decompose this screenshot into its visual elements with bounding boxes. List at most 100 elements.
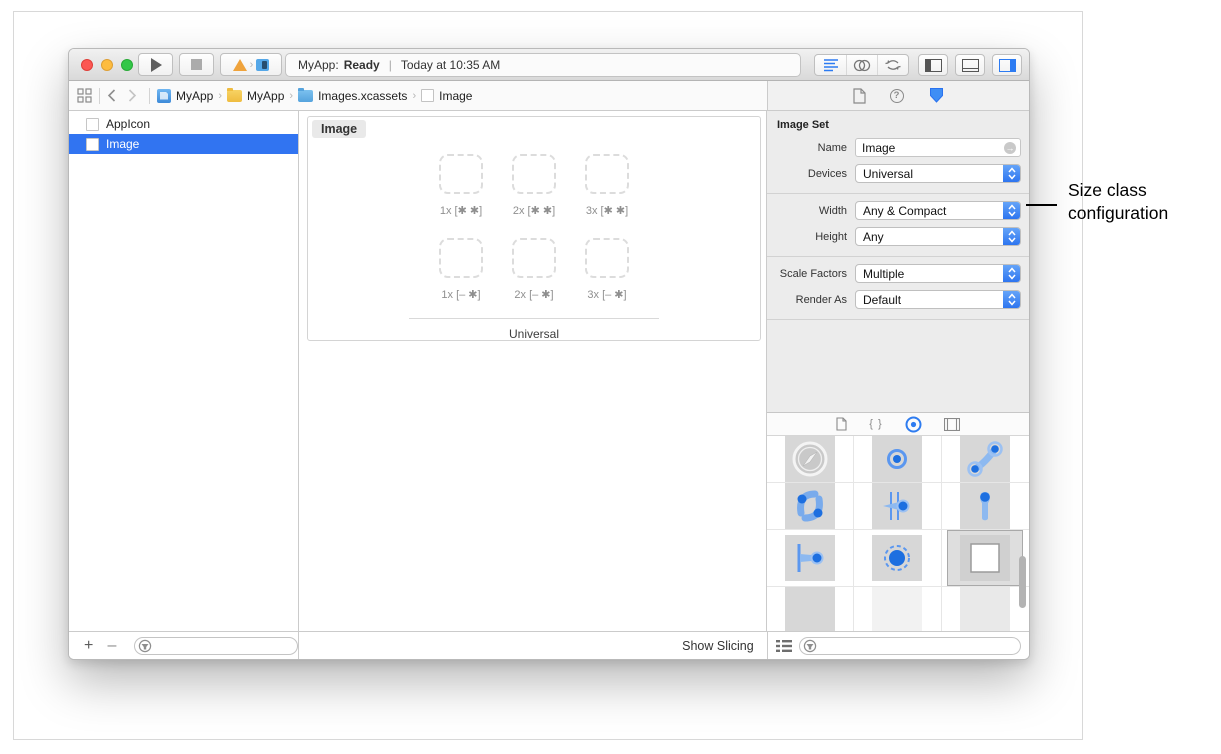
sidebar-item-appicon[interactable]: AppIcon — [69, 114, 298, 134]
divider — [149, 88, 150, 104]
devices-row: Devices Universal — [767, 164, 1021, 183]
go-forward-icon[interactable] — [128, 89, 142, 102]
render-as-popup[interactable]: Default — [855, 290, 1021, 309]
status-state: Ready — [344, 58, 380, 72]
status-time: Today at 10:35 AM — [401, 58, 500, 72]
list-view-toggle-icon[interactable] — [776, 639, 792, 653]
sidebar-item-label: AppIcon — [106, 117, 150, 131]
image-well[interactable] — [439, 154, 483, 194]
library-item-cutoff[interactable] — [767, 587, 854, 631]
editor-mode-control — [814, 54, 909, 76]
stop-icon — [191, 59, 202, 70]
field-label: Width — [767, 205, 855, 217]
toggle-debug-area-button[interactable] — [955, 54, 985, 76]
popup-value: Default — [856, 293, 1003, 307]
library-item-cutoff[interactable] — [854, 587, 941, 631]
related-items-icon[interactable] — [77, 88, 92, 103]
image-well[interactable] — [512, 154, 556, 194]
show-slicing-button[interactable]: Show Slicing — [682, 639, 754, 653]
image-well[interactable] — [585, 154, 629, 194]
standard-editor-button[interactable] — [815, 55, 846, 75]
name-field[interactable]: Image → — [855, 138, 1021, 157]
editor-bottom-bar: Show Slicing — [299, 632, 768, 659]
quick-help-inspector-icon[interactable]: ? — [890, 89, 904, 103]
close-window-button[interactable] — [81, 59, 93, 71]
group-divider — [409, 318, 659, 319]
slot-3x-any[interactable]: 3x [✱ ✱] — [585, 154, 629, 217]
field-label: Height — [767, 231, 855, 243]
image-well[interactable] — [585, 238, 629, 278]
slot-3x-compact[interactable]: 3x [– ✱] — [585, 238, 629, 301]
library-item-white-square-selected[interactable] — [942, 530, 1029, 586]
devices-popup[interactable]: Universal — [855, 164, 1021, 183]
scale-factors-popup[interactable]: Multiple — [855, 264, 1021, 283]
library-item-dumbbell[interactable] — [942, 436, 1029, 482]
zoom-window-button[interactable] — [121, 59, 133, 71]
breadcrumb-separator: › — [412, 90, 416, 102]
field-label: Scale Factors — [767, 268, 855, 280]
library-item-ring-dot[interactable] — [854, 436, 941, 482]
object-library-icon[interactable] — [905, 416, 922, 433]
library-item-pin[interactable] — [942, 483, 1029, 529]
library-item-t-bar-dot[interactable] — [767, 530, 854, 586]
image-well[interactable] — [512, 238, 556, 278]
slot-2x-compact[interactable]: 2x [– ✱] — [512, 238, 556, 301]
add-asset-button[interactable]: + — [79, 638, 98, 654]
slot-1x-compact[interactable]: 1x [– ✱] — [439, 238, 483, 301]
media-library-icon[interactable] — [944, 418, 960, 431]
play-icon — [151, 58, 162, 72]
standard-editor-icon — [823, 58, 839, 72]
library-item-compass[interactable] — [767, 436, 854, 482]
remove-asset-button[interactable]: – — [102, 638, 121, 654]
minimize-window-button[interactable] — [101, 59, 113, 71]
stop-button[interactable] — [179, 53, 214, 76]
image-well[interactable] — [439, 238, 483, 278]
image-set-icon — [421, 89, 434, 102]
image-slots: 1x [✱ ✱] 2x [✱ ✱] 3x [✱ ✱] 1x [– ✱] 2x [… — [308, 117, 760, 341]
library-item-cutoff[interactable] — [942, 587, 1029, 631]
jump-arrow-icon[interactable]: → — [1004, 142, 1016, 154]
attributes-inspector-panel: Image Set Name Image → Devices Universal… — [767, 111, 1029, 631]
go-back-icon[interactable] — [107, 89, 121, 102]
slot-2x-any[interactable]: 2x [✱ ✱] — [512, 154, 556, 217]
file-template-library-icon[interactable] — [836, 417, 847, 431]
toggle-navigator-button[interactable] — [918, 54, 948, 76]
sidebar-item-image[interactable]: Image — [69, 134, 298, 154]
assistant-editor-button[interactable] — [846, 55, 877, 75]
breadcrumb-separator: › — [218, 90, 222, 102]
popup-value: Multiple — [856, 267, 1003, 281]
sidebar-filter-field[interactable] — [134, 637, 298, 655]
library-item-swirl[interactable] — [767, 483, 854, 529]
version-editor-button[interactable] — [877, 55, 908, 75]
field-label: Devices — [767, 168, 855, 180]
breadcrumb-project[interactable]: MyApp — [176, 89, 213, 103]
attributes-inspector-icon[interactable] — [928, 87, 945, 104]
breadcrumb-imageset[interactable]: Image — [439, 89, 472, 103]
library-row — [767, 587, 1029, 631]
popup-chevrons-icon — [1003, 264, 1020, 283]
library-row — [767, 530, 1029, 587]
library-filter-field[interactable] — [799, 637, 1021, 655]
scheme-selector[interactable]: › — [220, 53, 282, 76]
slot-label: 3x [– ✱] — [587, 288, 626, 301]
file-inspector-icon[interactable] — [853, 88, 866, 104]
run-button[interactable] — [138, 53, 173, 76]
t-bar-dot-thumbnail-icon — [785, 535, 835, 581]
library-item-dashed-dot[interactable] — [854, 530, 941, 586]
render-as-row: Render As Default — [767, 290, 1021, 309]
breadcrumb-separator: › — [289, 90, 293, 102]
ring-dot-thumbnail-icon — [872, 436, 922, 482]
popup-chevrons-icon — [1003, 201, 1020, 220]
toggle-utilities-button[interactable] — [992, 54, 1022, 76]
popup-chevrons-icon — [1003, 164, 1020, 183]
library-scrollbar[interactable] — [1019, 556, 1026, 608]
code-snippet-library-icon[interactable]: { } — [869, 418, 882, 430]
popup-value: Any & Compact — [856, 204, 1003, 218]
inspector-tab-strip: ? — [767, 81, 1029, 110]
slot-1x-any[interactable]: 1x [✱ ✱] — [439, 154, 483, 217]
library-item-lines-dot[interactable] — [854, 483, 941, 529]
width-popup[interactable]: Any & Compact — [855, 201, 1021, 220]
height-popup[interactable]: Any — [855, 227, 1021, 246]
breadcrumb-group[interactable]: MyApp — [247, 89, 284, 103]
breadcrumb-catalog[interactable]: Images.xcassets — [318, 89, 407, 103]
